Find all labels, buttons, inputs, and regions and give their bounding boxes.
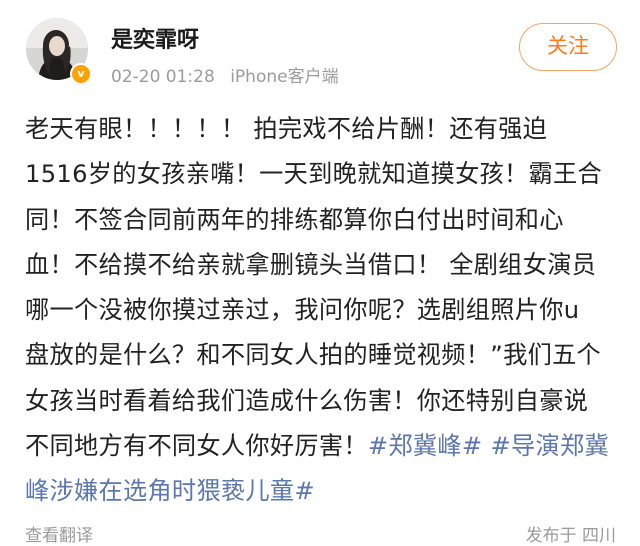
verified-badge-icon: v (70, 63, 92, 85)
post-line: 血！不给摸不给亲就拿删镜头当借口！ 全剧组女演员 (25, 250, 597, 279)
post-line: 同！不签合同前两年的排练都算你白付出时间和心 (25, 205, 564, 234)
post-line: 老天有眼！！！！！ 拍完戏不给片酬！还有强迫 (25, 115, 548, 143)
post-content: 老天有眼！！！！！ 拍完戏不给片酬！还有强迫 1516岁的女孩亲嘴！一天到晚就知… (25, 107, 625, 515)
post-line: 哪一个没被你摸过亲过，我问你呢？选剧组照片你u (25, 296, 580, 325)
post-client: iPhone客户端 (230, 67, 339, 87)
post-location: 发布于 四川 (525, 526, 616, 546)
post-footer: 查看翻译 发布于 四川 (0, 515, 640, 546)
post-line-text: 不同地方有不同女人你好厉害！ (25, 432, 368, 461)
post-line: 峰涉嫌在选角时猥亵儿童# (25, 469, 625, 514)
post-date: 02-20 01:28 (111, 67, 215, 87)
author-name[interactable]: 是奕霏呀 (111, 22, 199, 54)
post-meta: 02-20 01:28 iPhone客户端 (111, 62, 349, 87)
follow-button[interactable]: 关注 (519, 23, 617, 71)
post-line: 女孩当时看着给我们造成什么伤害！你还特别自豪说 (25, 386, 589, 415)
hashtag-link[interactable]: #郑冀峰# (368, 432, 483, 460)
post-line: 盘放的是什么？和不同女人拍的睡觉视频！”我们五个 (25, 341, 602, 370)
post-line: 不同地方有不同女人你好厉害！#郑冀峰# #导演郑冀 (25, 424, 625, 469)
post-line: 1516岁的女孩亲嘴！一天到晚就知道摸女孩！霸王合 (25, 160, 602, 189)
translate-link[interactable]: 查看翻译 (25, 521, 93, 546)
hashtag-link[interactable]: #导演郑冀 (490, 432, 609, 460)
post-header: v 是奕霏呀 02-20 01:28 iPhone客户端 关注 (0, 0, 640, 100)
hashtag-link[interactable]: 峰涉嫌在选角时猥亵儿童# (25, 477, 315, 505)
